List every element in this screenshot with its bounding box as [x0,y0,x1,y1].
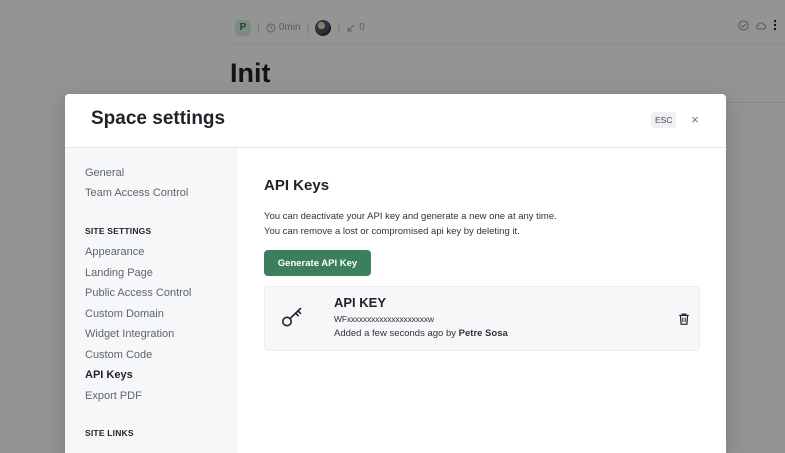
modal-header: Space settings ESC × [65,94,726,148]
trash-icon[interactable] [677,312,691,326]
sidebar-item-general[interactable]: General [85,167,124,179]
api-key-card: API KEY WFxxxxxxxxxxxxxxxxxxxxw Added a … [264,286,700,351]
space-settings-modal: Space settings ESC × General Team Access… [65,94,726,453]
generate-api-key-button[interactable]: Generate API Key [264,250,371,276]
sidebar-item-export-pdf[interactable]: Export PDF [85,390,142,402]
added-by-user: Petre Sosa [458,328,508,339]
key-icon [282,307,302,327]
api-key-label: API KEY [334,295,387,310]
settings-content: API Keys You can deactivate your API key… [238,148,726,453]
sidebar-item-custom-code[interactable]: Custom Code [85,349,152,361]
sidebar-item-appearance[interactable]: Appearance [85,246,144,258]
description-line-2: You can remove a lost or compromised api… [264,226,520,237]
api-key-added-info: Added a few seconds ago by Petre Sosa [334,328,508,339]
sidebar-item-widget-integration[interactable]: Widget Integration [85,328,174,340]
sidebar-item-landing-page[interactable]: Landing Page [85,267,153,279]
sidebar-item-api-keys[interactable]: API Keys [85,369,133,381]
sidebar-section-site-settings: SITE SETTINGS [85,226,152,236]
api-key-value: WFxxxxxxxxxxxxxxxxxxxxw [334,314,434,324]
section-title: API Keys [264,177,330,194]
added-prefix: Added a few seconds ago by [334,328,457,339]
modal-title: Space settings [91,108,226,129]
sidebar-item-team-access-control[interactable]: Team Access Control [85,187,188,199]
sidebar-item-custom-domain[interactable]: Custom Domain [85,308,164,320]
description-line-1: You can deactivate your API key and gene… [264,211,557,222]
settings-sidebar: General Team Access Control SITE SETTING… [65,148,238,453]
sidebar-item-public-access-control[interactable]: Public Access Control [85,287,191,299]
close-icon[interactable]: × [688,110,702,130]
esc-hint-badge: ESC [651,112,677,128]
sidebar-section-site-links: SITE LINKS [85,428,134,438]
